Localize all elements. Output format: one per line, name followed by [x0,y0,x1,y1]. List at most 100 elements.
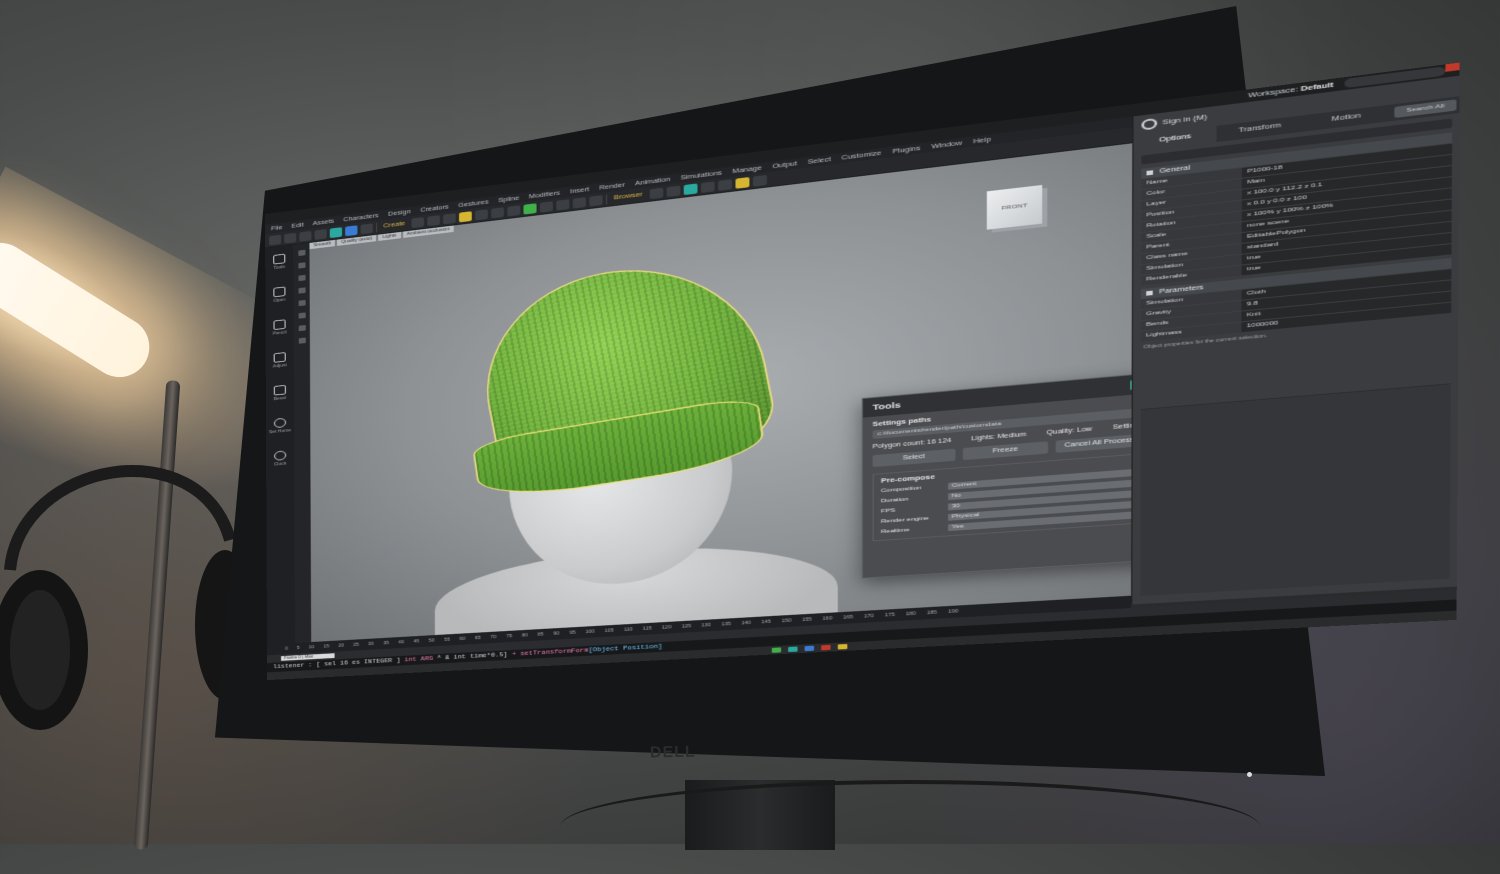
menu-item-edit[interactable]: Edit [291,222,303,229]
timeline-tick: 190 [948,608,959,615]
timeline-tick: 105 [604,628,614,634]
field-label: Render engine [880,516,929,525]
graph-icon[interactable] [589,194,603,207]
rail-item-tools[interactable]: Tools [273,253,286,271]
tool-icon[interactable] [298,337,306,344]
export-icon[interactable] [752,174,767,187]
folder-icon[interactable] [837,643,848,650]
tool-icon[interactable] [298,287,306,294]
app-icon[interactable] [771,647,782,653]
timeline-tick: 40 [398,639,405,646]
viewport-tools [293,242,312,657]
snap-icon[interactable] [459,210,472,223]
render-icon[interactable] [523,202,537,215]
select-button[interactable]: Select [872,448,956,468]
unlink-icon[interactable] [314,228,327,240]
timeline-tick: 85 [537,632,544,638]
folder-icon [273,286,286,298]
timeline-tick: 125 [681,623,692,630]
timeline-tick: 100 [585,629,595,635]
panel-empty-area [1140,383,1451,676]
timeline-tick: 55 [444,637,450,643]
rail-label: Bevel [273,395,287,402]
app-icon[interactable] [788,646,798,653]
cloth-icon[interactable] [649,187,663,199]
rail-item-clock[interactable]: Clock [274,450,286,467]
tool-icon[interactable] [298,325,306,332]
redo-icon[interactable] [284,232,297,244]
timeline-tick: 50 [428,638,435,644]
rect-select-icon[interactable] [360,222,373,234]
physics-icon[interactable] [683,183,698,195]
layer-icon[interactable] [507,204,521,217]
move-icon[interactable] [411,216,425,228]
scale-icon[interactable] [443,212,456,224]
undo-icon[interactable] [269,234,282,246]
rail-label: Adjust [272,362,287,370]
bind-icon[interactable] [329,226,343,238]
app-icon[interactable] [804,645,815,652]
timeline-tick: 145 [761,619,772,625]
tools-dialog: Tools Settings paths c:/documents/render… [861,372,1133,579]
close-window-button[interactable] [1445,62,1460,72]
viewport-tab[interactable]: Lights [378,231,401,241]
tool-icon[interactable] [298,312,306,319]
pre-compose-group: Pre-compose Composition Current Duration No… [872,453,1133,542]
timeline-tick: 130 [701,622,711,629]
tool-icon[interactable] [297,262,306,269]
divider [605,194,608,205]
account-icon[interactable] [1141,117,1158,131]
sculpt-icon[interactable] [666,185,680,197]
menu-item-file[interactable]: File [271,225,282,232]
left-rail: Tools Open Pencil Adjust Bevel Set Home Clock [265,244,296,661]
rail-item-bevel[interactable]: Bevel [273,384,287,402]
dialog-title: Tools [872,400,901,412]
monitor-logo: DELL [649,743,696,762]
listener-keyword: int ARG [404,655,433,663]
character-icon[interactable] [735,176,750,189]
camera-icon[interactable] [572,196,587,209]
timeline-tick: 90 [553,631,560,637]
app-icon[interactable] [821,644,831,651]
rail-item-adjust[interactable]: Adjust [273,352,287,369]
polygon-count: Polygon count: 16 124 [872,437,952,451]
timeline-tick: 180 [905,611,916,617]
create-label[interactable]: Create [380,221,408,230]
menu-item-insert[interactable]: Insert [570,186,589,194]
select-icon[interactable] [345,224,358,236]
field-label: Duration [880,496,909,505]
cancel-all-button[interactable]: Cancel All Process [1055,433,1133,453]
tool-icon[interactable] [298,299,306,307]
search-all-button[interactable]: Search All [1394,99,1457,118]
bevel-icon [273,384,286,396]
material-icon[interactable] [539,200,553,213]
timeline-tick: 135 [721,621,731,628]
link-icon[interactable] [299,230,312,242]
rail-item-open[interactable]: Open [273,286,286,304]
mirror-icon[interactable] [475,208,488,221]
view-cube[interactable]: FRONT [986,184,1043,230]
rail-item-set-home[interactable]: Set Home [269,417,291,435]
align-icon[interactable] [491,206,505,219]
timeline-tick: 175 [884,612,895,619]
light-icon[interactable] [556,198,570,211]
fx-icon[interactable] [717,178,732,191]
freeze-button[interactable]: Freeze [962,441,1049,461]
headphones [0,464,240,730]
sliders-icon [273,352,286,363]
sign-in-link[interactable]: Sign in (M) [1162,114,1207,126]
timeline-tick: 20 [338,643,344,649]
menu-item-help[interactable]: Help [973,136,991,144]
tool-icon[interactable] [297,249,305,257]
timeline-tick: 120 [661,624,672,631]
timeline-tick: 140 [741,620,751,627]
particle-icon[interactable] [700,180,715,193]
rotate-icon[interactable] [427,214,440,226]
timeline-tick: 160 [822,615,833,622]
timeline-tick: 80 [521,633,528,639]
rail-item-pencil[interactable]: Pencil [273,319,286,336]
settings-link[interactable]: Settings [1113,422,1133,431]
timeline-tick: 155 [801,617,812,623]
tool-icon[interactable] [297,274,306,282]
browser-label[interactable]: Browser [610,191,646,201]
